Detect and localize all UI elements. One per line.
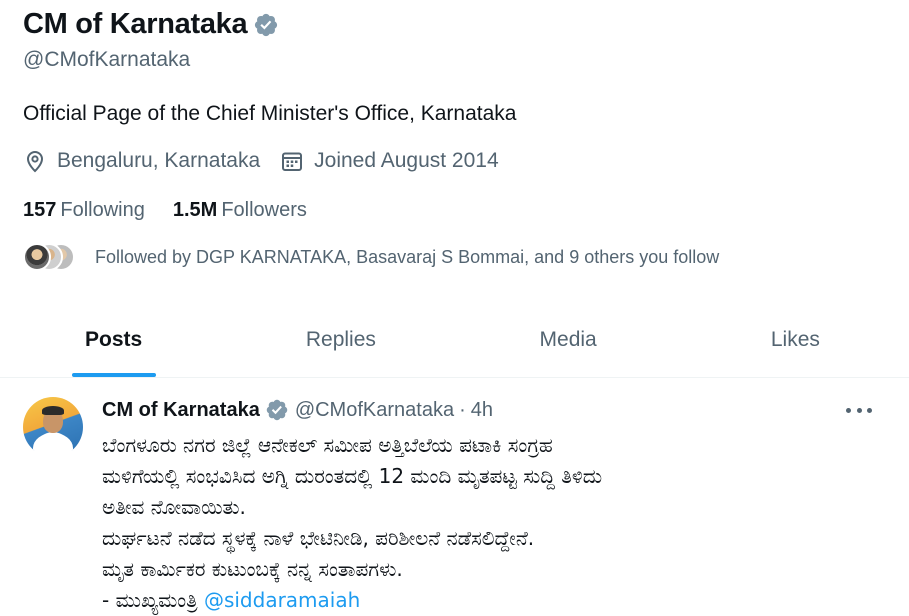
joined-text: Joined August 2014	[314, 149, 499, 172]
separator-dot: ·	[459, 398, 466, 421]
tweet[interactable]: CM of Karnataka @CMofKarnataka · 4h ಬೆಂಗ…	[0, 378, 909, 616]
tweet-text: ಬೆಂಗಳೂರು ನಗರ ಜಿಲ್ಲೆ ಆನೇಕಲ್ ಸಮೀಪ ಅತ್ತಿಬೆಲ…	[102, 430, 892, 616]
mention-link[interactable]: @siddaramaiah	[204, 588, 360, 612]
more-options-icon[interactable]	[846, 400, 872, 420]
following-label: Following	[60, 199, 145, 221]
profile-handle: @CMofKarnataka	[23, 48, 191, 71]
followed-by-avatars	[23, 243, 79, 271]
calendar-icon	[282, 152, 303, 171]
verified-badge-icon[interactable]	[253, 12, 279, 38]
dot	[846, 407, 851, 413]
avatar-body	[33, 433, 73, 457]
avatar[interactable]	[23, 397, 83, 457]
following-link[interactable]: 157 Following	[23, 199, 145, 222]
tab-media[interactable]: Media	[455, 303, 682, 377]
followers-label: Followers	[221, 199, 307, 221]
tweet-line: ಬೆಂಗಳೂರು ನಗರ ಜಿಲ್ಲೆ ಆನೇಕಲ್ ಸಮೀಪ ಅತ್ತಿಬೆಲ…	[102, 433, 553, 457]
followers-link[interactable]: 1.5M Followers	[173, 199, 307, 222]
tab-posts[interactable]: Posts	[0, 303, 227, 377]
verified-badge-icon[interactable]	[265, 398, 289, 422]
tweet-line: ಮೃತ ಕಾರ್ಮಿಕರ ಕುಟುಂಬಕ್ಕೆ ನನ್ನ ಸಂತಾಪಗಳು.	[102, 557, 403, 581]
tweet-author-name[interactable]: CM of Karnataka	[102, 399, 260, 422]
tweet-line: ಮಳಿಗೆಯಲ್ಲಿ ಸಂಭವಿಸಿದ ಅಗ್ನಿ ದುರಂತದಲ್ಲಿ 12 …	[102, 464, 603, 488]
profile-meta: Bengaluru, Karnataka Joined August 2014	[23, 149, 519, 173]
tweet-author-handle[interactable]: @CMofKarnataka	[295, 399, 454, 422]
profile-name-row: CM of Karnataka	[23, 8, 279, 41]
follow-stats: 157 Following 1.5M Followers	[23, 199, 335, 222]
location-pin-icon	[26, 151, 44, 173]
tweet-signature-line: - ಮುಖ್ಯಮಂತ್ರಿ @siddaramaiah	[102, 585, 892, 616]
tab-label: Posts	[85, 328, 143, 351]
tweet-signature: - ಮುಖ್ಯಮಂತ್ರಿ	[102, 588, 204, 612]
profile-display-name: CM of Karnataka	[23, 8, 248, 40]
followed-by-text: Followed by DGP KARNATAKA, Basavaraj S B…	[95, 246, 720, 267]
followed-by-link[interactable]: Followed by DGP KARNATAKA, Basavaraj S B…	[23, 243, 719, 271]
active-tab-indicator	[71, 373, 156, 377]
dot	[867, 407, 872, 413]
profile-location: Bengaluru, Karnataka	[23, 149, 260, 173]
tab-label: Likes	[770, 328, 820, 351]
followers-count: 1.5M	[172, 199, 218, 221]
following-count: 157	[23, 199, 57, 221]
avatar-hair	[42, 406, 64, 415]
tab-likes[interactable]: Likes	[682, 303, 909, 377]
profile-tabs: Posts Replies Media Likes	[0, 303, 909, 378]
tab-label: Media	[539, 328, 597, 351]
profile-joined: Joined August 2014	[280, 149, 499, 173]
dot	[856, 407, 862, 413]
tweet-timestamp[interactable]: 4h	[471, 399, 493, 422]
tweet-line: ದುರ್ಘಟನೆ ನಡೆದ ಸ್ಥಳಕ್ಕೆ ನಾಳೆ ಭೇಟಿನೀಡಿ, ಪರ…	[102, 526, 535, 550]
tab-label: Replies	[305, 328, 376, 351]
profile-bio: Official Page of the Chief Minister's Of…	[23, 102, 517, 125]
avatar	[23, 243, 51, 271]
location-text: Bengaluru, Karnataka	[57, 149, 261, 172]
tweet-line: ಅತೀವ ನೋವಾಯಿತು.	[102, 495, 246, 519]
tweet-header: CM of Karnataka @CMofKarnataka · 4h	[102, 398, 493, 422]
tab-replies[interactable]: Replies	[227, 303, 454, 377]
